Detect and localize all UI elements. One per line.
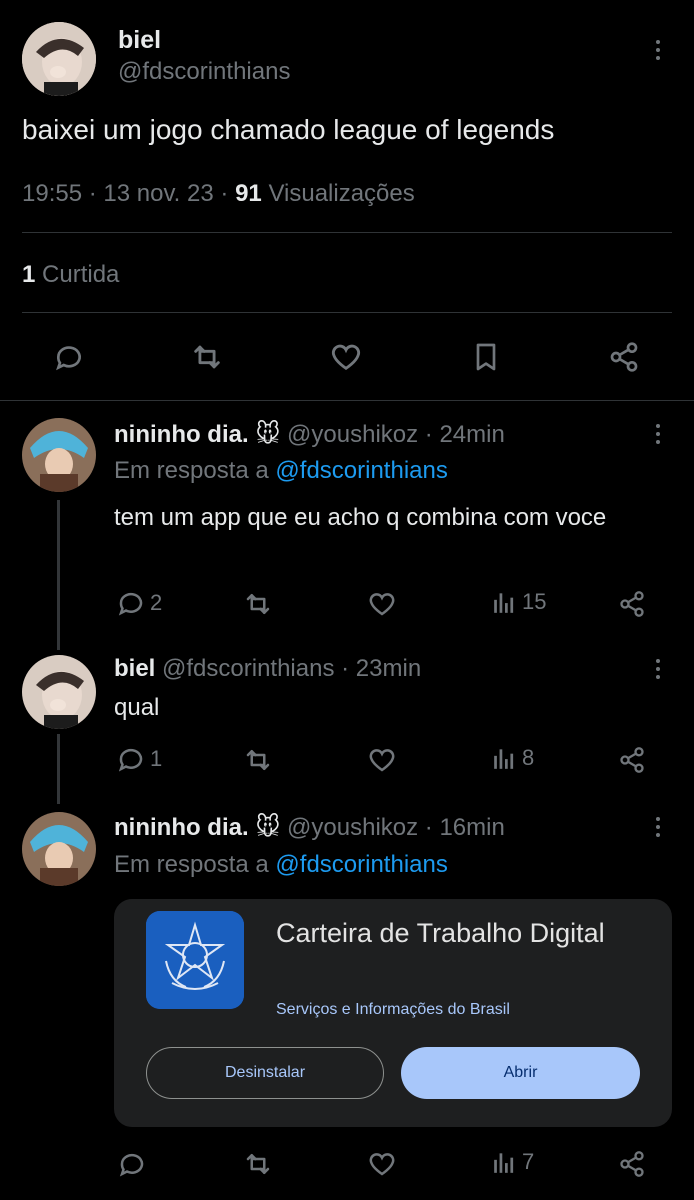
time: · 24min — [424, 421, 505, 448]
open-label: Abrir — [503, 1064, 538, 1081]
separator: · — [220, 180, 229, 207]
likes-summary[interactable]: 1 Curtida — [22, 261, 119, 289]
tweet-date: 13 nov. 23 — [103, 180, 214, 207]
avatar[interactable] — [22, 655, 96, 729]
mouse-emoji-icon: 🐭 — [255, 814, 281, 841]
retweet-icon[interactable] — [242, 744, 274, 776]
bookmark-icon[interactable] — [467, 338, 505, 376]
app-developer[interactable]: Serviços e Informações do Brasil — [276, 1001, 510, 1019]
divider — [0, 400, 694, 401]
avatar-photo-icon — [22, 22, 96, 96]
divider — [22, 312, 672, 313]
reply-context: Em resposta a @fdscorinthians — [114, 457, 448, 485]
share-icon[interactable] — [616, 744, 648, 776]
analytics-icon — [494, 749, 514, 769]
more-options-icon[interactable] — [654, 40, 662, 60]
like-icon[interactable] — [366, 744, 398, 776]
likes-label: Curtida — [42, 261, 120, 288]
analytics-icon — [494, 593, 514, 613]
thread-line — [57, 734, 60, 804]
avatar-photo-icon — [22, 812, 96, 886]
tweet-time: 19:55 — [22, 180, 83, 207]
retweet-icon[interactable] — [242, 588, 274, 620]
tweet-meta: 19:55 · 13 nov. 23 · 91 Visualizações — [22, 180, 415, 208]
display-name[interactable]: biel — [114, 655, 155, 682]
time: · 23min — [341, 655, 422, 682]
reply-header: biel @fdscorinthians · 23min — [114, 655, 421, 683]
reply-header: nininho dia. 🐭 @youshikoz · 16min — [114, 813, 505, 842]
view-count: 15 — [522, 589, 547, 614]
brazil-coat-of-arms-icon — [146, 911, 244, 1009]
like-icon[interactable] — [327, 338, 365, 376]
mention-link[interactable]: @fdscorinthians — [275, 457, 447, 484]
handle[interactable]: @youshikoz — [287, 814, 418, 841]
reply-icon[interactable] — [116, 1148, 148, 1180]
display-name[interactable]: nininho dia. — [114, 421, 249, 448]
handle[interactable]: @youshikoz — [287, 421, 418, 448]
reply-context: Em resposta a @fdscorinthians — [114, 851, 448, 879]
display-name[interactable]: biel — [118, 26, 161, 55]
reply-text: tem um app que eu acho q combina com voc… — [114, 504, 607, 531]
share-icon[interactable] — [616, 588, 648, 620]
reply-count: 1 — [150, 746, 163, 771]
more-options-icon[interactable] — [654, 424, 662, 444]
uninstall-label: Desinstalar — [224, 1064, 306, 1081]
share-icon[interactable] — [605, 338, 643, 376]
app-title: Carteira de Trabalho Digital — [276, 918, 605, 948]
views-button[interactable]: 8 — [492, 744, 534, 772]
more-options-icon[interactable] — [654, 659, 662, 679]
handle[interactable]: @fdscorinthians — [118, 58, 290, 86]
retweet-icon[interactable] — [242, 1148, 274, 1180]
reply-icon — [118, 592, 143, 616]
views-count: 91 — [235, 180, 262, 207]
reply-count-button[interactable]: 2 — [116, 588, 162, 618]
likes-count: 1 — [22, 261, 36, 288]
views-button[interactable]: 7 — [492, 1148, 534, 1176]
views-button[interactable]: 15 — [492, 588, 546, 616]
separator: · — [88, 180, 97, 207]
tweet-text: baixei um jogo chamado league of legends — [22, 114, 555, 145]
mouse-emoji-icon: 🐭 — [255, 421, 281, 448]
reply-count: 2 — [150, 590, 163, 615]
open-button[interactable]: Abrir — [401, 1047, 640, 1099]
reply-count-button[interactable]: 1 — [116, 744, 162, 774]
avatar-photo-icon — [22, 655, 96, 729]
views-label: Visualizações — [268, 180, 415, 207]
share-icon[interactable] — [616, 1148, 648, 1180]
avatar[interactable] — [22, 22, 96, 96]
like-icon[interactable] — [366, 588, 398, 620]
view-count: 7 — [522, 1149, 535, 1174]
reply-icon[interactable] — [50, 338, 88, 376]
thread-line — [57, 500, 60, 650]
reply-header: nininho dia. 🐭 @youshikoz · 24min — [114, 420, 505, 449]
display-name[interactable]: nininho dia. — [114, 814, 249, 841]
mention-link[interactable]: @fdscorinthians — [275, 851, 447, 878]
avatar-photo-icon — [22, 418, 96, 492]
app-card[interactable]: Carteira de Trabalho Digital Serviços e … — [114, 899, 672, 1127]
app-icon[interactable] — [146, 911, 244, 1009]
handle[interactable]: @fdscorinthians — [162, 655, 334, 682]
avatar[interactable] — [22, 418, 96, 492]
reply-icon — [118, 748, 143, 772]
avatar[interactable] — [22, 812, 96, 886]
uninstall-button[interactable]: Desinstalar — [146, 1047, 384, 1099]
analytics-icon — [494, 1153, 514, 1173]
more-options-icon[interactable] — [654, 817, 662, 837]
view-count: 8 — [522, 745, 535, 770]
reply-text: qual — [114, 694, 160, 721]
divider — [22, 232, 672, 233]
reply-prefix: Em resposta a — [114, 851, 269, 878]
like-icon[interactable] — [366, 1148, 398, 1180]
time: · 16min — [424, 814, 505, 841]
reply-prefix: Em resposta a — [114, 457, 269, 484]
retweet-icon[interactable] — [188, 338, 226, 376]
